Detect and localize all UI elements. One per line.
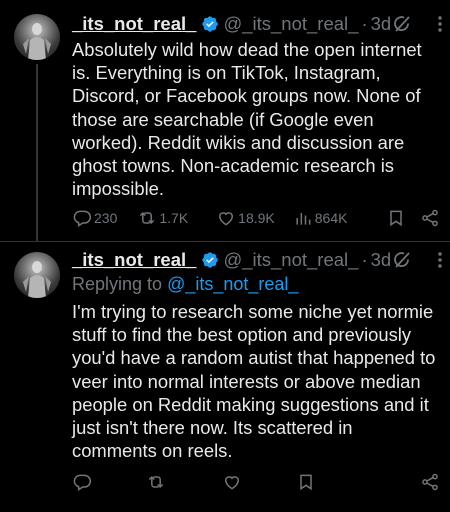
tweet-2[interactable]: _its_not_real_ @_its_not_real_ · 3d Repl…	[0, 242, 450, 512]
views-count: 864K	[314, 210, 348, 226]
tweet-text: I'm trying to research some niche yet no…	[72, 301, 436, 462]
repost-icon	[140, 211, 155, 225]
avatar[interactable]	[14, 14, 60, 60]
repost-count: 1.7K	[159, 210, 189, 226]
timestamp[interactable]: 3d	[371, 13, 392, 35]
verified-icon	[201, 251, 219, 269]
avatar[interactable]	[14, 252, 60, 298]
tweet-text: Absolutely wild how dead the open intern…	[72, 39, 422, 200]
separator-dot: ·	[361, 249, 368, 270]
like-count: 18.9K	[238, 210, 275, 226]
more-icon[interactable]	[429, 249, 450, 271]
repost-button[interactable]: 1.7K	[137, 208, 188, 228]
thread-line	[36, 64, 38, 242]
action-bar	[72, 470, 440, 494]
views-button[interactable]: 864K	[293, 208, 348, 228]
display-name[interactable]: _its_not_real_	[72, 13, 196, 35]
tweet-1[interactable]: _its_not_real_ @_its_not_real_ · 3d Abso…	[0, 0, 450, 240]
tweet-header: _its_not_real_ @_its_not_real_ · 3d	[72, 248, 442, 272]
share-button[interactable]	[420, 472, 440, 492]
like-icon	[219, 212, 234, 226]
grok-icon[interactable]	[391, 13, 413, 35]
separator-dot: ·	[361, 13, 368, 34]
handle[interactable]: @_its_not_real_	[223, 249, 358, 271]
views-icon	[296, 213, 311, 225]
timestamp[interactable]: 3d	[371, 249, 392, 271]
handle[interactable]: @_its_not_real_	[223, 13, 358, 35]
bookmark-icon	[390, 210, 402, 227]
repost-button[interactable]	[146, 472, 166, 492]
grok-icon[interactable]	[391, 249, 413, 271]
bookmark-button[interactable]	[296, 472, 316, 492]
display-name[interactable]: _its_not_real_	[72, 249, 196, 271]
reply-button[interactable]: 230	[72, 208, 117, 228]
bookmark-button[interactable]	[386, 208, 406, 228]
like-button[interactable]: 18.9K	[216, 208, 275, 228]
verified-icon	[201, 15, 219, 33]
reply-icon	[73, 474, 92, 491]
share-button[interactable]	[420, 208, 440, 228]
repost-icon	[148, 475, 164, 489]
reply-count: 230	[94, 210, 118, 226]
action-bar: 230 1.7K 18.9K 864K	[72, 206, 440, 230]
share-icon	[422, 473, 438, 491]
bookmark-icon	[300, 474, 312, 491]
more-icon[interactable]	[429, 13, 450, 35]
like-button[interactable]	[222, 472, 242, 492]
replying-label: Replying to	[72, 274, 168, 294]
replying-to: Replying to @_its_not_real_	[72, 274, 298, 295]
tweet-header: _its_not_real_ @_its_not_real_ · 3d	[72, 12, 442, 36]
reply-icon	[73, 210, 92, 227]
like-icon	[224, 476, 240, 490]
share-icon	[422, 209, 438, 227]
replying-to-link[interactable]: @_its_not_real_	[167, 274, 298, 294]
reply-button[interactable]	[72, 472, 92, 492]
